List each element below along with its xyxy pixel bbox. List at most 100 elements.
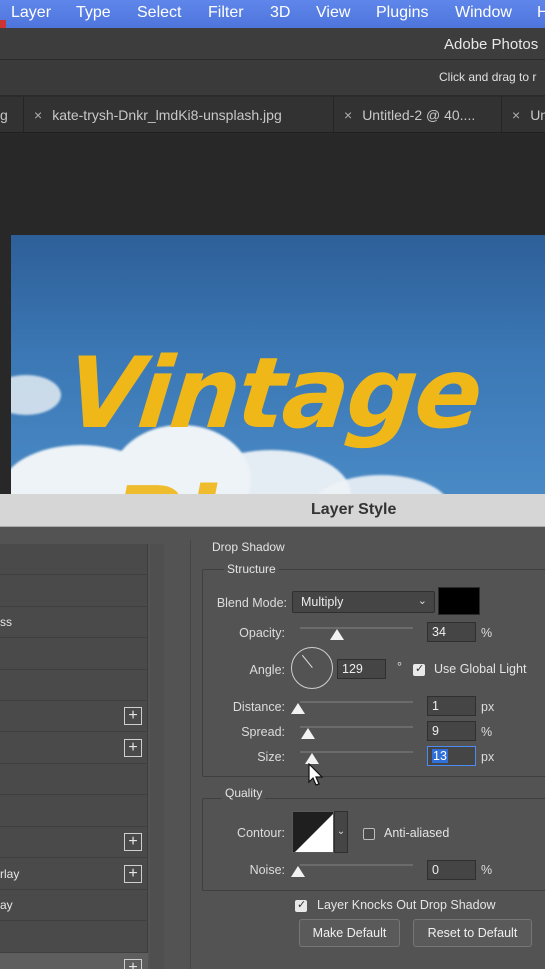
tab-untitled-partial[interactable]: × Un <box>502 97 545 132</box>
distance-slider-thumb[interactable] <box>291 703 305 714</box>
noise-input[interactable]: 0 <box>427 860 476 880</box>
style-list-box: ss + + + rlay + ay + <box>0 544 148 969</box>
noise-unit: % <box>481 863 493 877</box>
opacity-input[interactable]: 34 <box>427 622 476 642</box>
document-tabs: g × kate-trysh-Dnkr_lmdKi8-unsplash.jpg … <box>0 97 545 133</box>
style-list-item[interactable] <box>0 544 148 575</box>
style-list-item[interactable] <box>0 796 148 827</box>
menu-view[interactable]: View <box>316 4 350 22</box>
style-list-item[interactable] <box>0 764 148 795</box>
dialog-title-bar[interactable]: Layer Style <box>0 494 545 527</box>
contour-picker[interactable] <box>292 811 334 853</box>
distance-unit: px <box>481 700 495 714</box>
section-title: Drop Shadow <box>212 540 285 554</box>
canvas-area[interactable]: Pl Vintage <box>0 134 545 494</box>
canvas-text-line2: Pl <box>111 467 216 494</box>
style-list-item[interactable] <box>0 576 148 607</box>
quality-title: Quality <box>222 786 266 800</box>
knocks-out-label: Layer Knocks Out Drop Shadow <box>317 898 496 912</box>
style-list-item[interactable]: + <box>0 701 148 732</box>
style-list-item[interactable]: ss <box>0 607 148 638</box>
anti-aliased-label: Anti-aliased <box>384 826 450 840</box>
angle-unit: ° <box>397 660 402 674</box>
distance-slider[interactable] <box>300 701 413 703</box>
knocks-out-checkbox[interactable] <box>295 898 307 912</box>
menu-layer[interactable]: Layer <box>11 4 51 22</box>
spread-input[interactable]: 9 <box>427 721 476 741</box>
chevron-down-icon: ⌄ <box>417 595 427 607</box>
distance-input[interactable]: 1 <box>427 696 476 716</box>
style-list-item[interactable]: + <box>0 827 148 858</box>
structure-title: Structure <box>224 562 279 576</box>
menu-help[interactable]: H <box>537 4 545 22</box>
make-default-button[interactable]: Make Default <box>299 919 400 947</box>
spread-slider[interactable] <box>300 726 413 728</box>
spread-slider-thumb[interactable] <box>301 728 315 739</box>
menu-type[interactable]: Type <box>76 4 111 22</box>
window-edge-accent <box>0 20 6 28</box>
close-icon[interactable]: × <box>512 107 520 123</box>
blend-mode-select[interactable]: Multiply ⌄ <box>292 591 435 613</box>
menu-plugins[interactable]: Plugins <box>376 4 428 22</box>
layer-style-dialog: ss + + + rlay + ay + Drop Shadow Structu… <box>0 527 545 969</box>
chevron-down-icon: ⌄ <box>336 826 346 837</box>
menu-select[interactable]: Select <box>137 4 181 22</box>
add-style-icon[interactable]: + <box>124 707 142 725</box>
style-list-label: rlay <box>0 867 20 881</box>
angle-input[interactable]: 129 <box>337 659 386 679</box>
style-list-item[interactable]: + <box>0 733 148 764</box>
noise-slider-thumb[interactable] <box>291 866 305 877</box>
contour-label: Contour: <box>237 826 285 840</box>
dialog-title: Layer Style <box>311 501 397 518</box>
menu-window[interactable]: Window <box>455 4 512 22</box>
style-list-item[interactable] <box>0 639 148 670</box>
contour-dropdown[interactable]: ⌄ <box>334 811 348 853</box>
noise-label: Noise: <box>249 863 285 877</box>
tab-label: kate-trysh-Dnkr_lmdKi8-unsplash.jpg <box>52 107 282 123</box>
drop-shadow-panel: Drop Shadow Structure Blend Mode: Multip… <box>190 540 545 969</box>
canvas-text-vintage: Vintage <box>61 337 487 451</box>
angle-dial[interactable] <box>291 647 333 689</box>
close-icon[interactable]: × <box>344 107 352 123</box>
add-style-icon[interactable]: + <box>124 959 142 969</box>
spread-unit: % <box>481 725 493 739</box>
anti-aliased-checkbox[interactable] <box>363 828 375 840</box>
document-canvas[interactable]: Pl Vintage <box>11 235 545 494</box>
tab-label: Un <box>530 107 545 123</box>
add-style-icon[interactable]: + <box>124 739 142 757</box>
add-style-icon[interactable]: + <box>124 833 142 851</box>
quality-group <box>202 798 545 891</box>
mouse-cursor-icon <box>308 763 324 786</box>
tab-label: Untitled-2 @ 40.... <box>362 107 476 123</box>
use-global-light-checkbox[interactable] <box>413 662 425 676</box>
style-list-item[interactable] <box>0 922 148 953</box>
opacity-label: Opacity: <box>239 626 285 640</box>
size-label: Size: <box>257 750 285 764</box>
add-style-icon[interactable]: + <box>124 865 142 883</box>
style-list-item[interactable]: ay <box>0 890 148 921</box>
cloud-shape <box>11 375 61 415</box>
opacity-slider-thumb[interactable] <box>330 629 344 640</box>
style-list-label: ay <box>0 898 13 912</box>
tab-untitled-2[interactable]: × Untitled-2 @ 40.... <box>334 97 502 132</box>
spread-label: Spread: <box>241 725 285 739</box>
style-list-item[interactable] <box>0 670 148 701</box>
opacity-slider[interactable] <box>300 627 413 629</box>
blend-mode-value: Multiply <box>301 595 344 609</box>
close-icon[interactable]: × <box>34 107 42 123</box>
style-list-scrollbar[interactable] <box>150 544 164 969</box>
menu-3d[interactable]: 3D <box>270 4 290 22</box>
style-list-item-drop-shadow[interactable]: + <box>0 953 148 969</box>
size-input[interactable]: 13 <box>427 746 476 766</box>
blend-mode-label: Blend Mode: <box>216 596 287 610</box>
tab-partial[interactable]: g <box>0 97 24 132</box>
tab-kate-trysh[interactable]: × kate-trysh-Dnkr_lmdKi8-unsplash.jpg <box>24 97 334 132</box>
menu-filter[interactable]: Filter <box>208 4 244 22</box>
noise-slider[interactable] <box>300 864 413 866</box>
app-title-bar: Adobe Photos <box>0 28 545 60</box>
style-list-item[interactable]: rlay + <box>0 859 148 890</box>
menu-bar: Layer Type Select Filter 3D View Plugins… <box>0 0 545 28</box>
reset-to-default-button[interactable]: Reset to Default <box>413 919 532 947</box>
shadow-color-swatch[interactable] <box>438 587 480 615</box>
options-bar: Click and drag to r <box>0 60 545 96</box>
